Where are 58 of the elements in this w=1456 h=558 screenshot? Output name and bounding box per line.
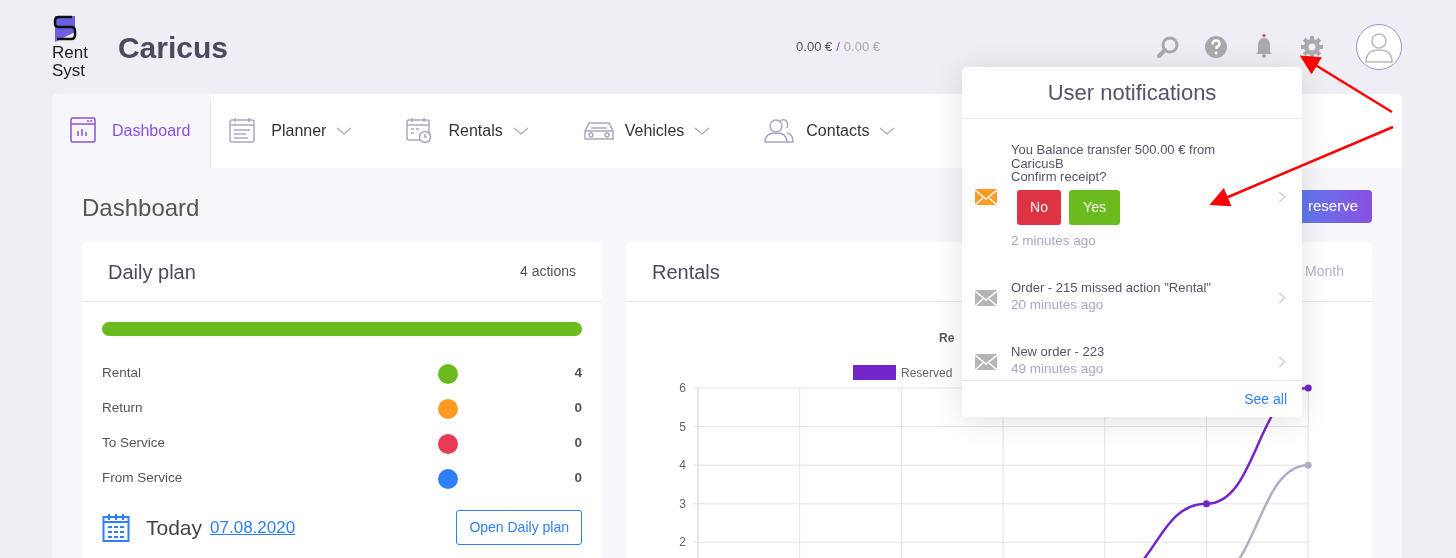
plan-label: Rental: [102, 364, 143, 383]
today-label: Today: [146, 514, 203, 541]
logo-text: Syst: [52, 62, 87, 80]
axis-tick-label: 3: [679, 496, 686, 511]
chevron-right-icon: [1278, 356, 1286, 368]
legend-swatch: [853, 365, 896, 380]
notification-text: Confirm receipt?: [1011, 170, 1108, 184]
data-point: [1304, 461, 1312, 469]
notification-time: 49 minutes ago: [1011, 359, 1105, 378]
no-button[interactable]: No: [1017, 189, 1061, 225]
logo-text: Rent: [52, 44, 88, 62]
notification-item[interactable]: New order - 223 49 minutes ago: [962, 333, 1302, 380]
calendar-icon: [102, 512, 130, 543]
plan-count: 4: [574, 364, 582, 383]
logo-icon: [52, 14, 78, 45]
help-icon[interactable]: [1204, 35, 1228, 59]
date-link[interactable]: 07.08.2020: [210, 514, 296, 541]
see-all-link[interactable]: See all: [1244, 389, 1287, 410]
axis-tick-label: 2: [679, 535, 686, 550]
plan-label: To Service: [102, 434, 167, 453]
plan-label: From Service: [102, 469, 184, 488]
legend-label: Reserved: [901, 366, 953, 380]
balance-amount: 0.00 €: [796, 38, 833, 57]
axis-tick-label: 6: [679, 381, 686, 395]
data-point: [1203, 500, 1210, 508]
plan-count: 0: [574, 469, 582, 488]
data-point: [1304, 384, 1312, 392]
notification-text: CaricusB: [1011, 156, 1065, 171]
chart-title: Re: [939, 331, 955, 345]
user-silhouette-icon: [1364, 31, 1394, 63]
notification-text: New order - 223: [1011, 345, 1106, 359]
card-title: Rentals: [652, 259, 720, 285]
card-title: Daily plan: [108, 259, 196, 285]
yes-button[interactable]: Yes: [1069, 189, 1120, 225]
plan-count: 0: [574, 399, 582, 418]
balance-secondary: 0.00 €: [843, 38, 880, 57]
chevron-right-icon: [1278, 191, 1286, 204]
popup-title: User notifications: [962, 67, 1302, 119]
settings-icon[interactable]: [1300, 35, 1324, 59]
actions-count: 4 actions: [519, 262, 576, 281]
plan-label: Return: [102, 399, 144, 418]
notification-time: 2 minutes ago: [1011, 231, 1097, 250]
notification-text: You Balance transfer 500.00 € from: [1011, 143, 1217, 157]
axis-tick-label: 4: [679, 458, 686, 473]
balance-separator: /: [836, 38, 840, 57]
company-name: Caricus: [117, 29, 228, 66]
chevron-right-icon: [1278, 292, 1286, 305]
people-icon: [764, 117, 797, 145]
notification-time: 20 minutes ago: [1011, 295, 1105, 314]
notification-item[interactable]: Order - 215 missed action "Rental" 20 minutes ago: [962, 269, 1302, 334]
open-daily-plan-button[interactable]: Open Daily plan: [456, 510, 582, 545]
search-icon[interactable]: [1156, 35, 1180, 59]
nav-tab[interactable]: Dashboard: [52, 94, 212, 168]
axis-tick-label: 5: [679, 419, 686, 434]
notification-text: Order - 215 missed action "Rental": [1011, 281, 1212, 295]
plan-count: 0: [574, 434, 582, 453]
page-title: Dashboard: [82, 193, 200, 223]
avatar-button[interactable]: [1356, 24, 1402, 70]
